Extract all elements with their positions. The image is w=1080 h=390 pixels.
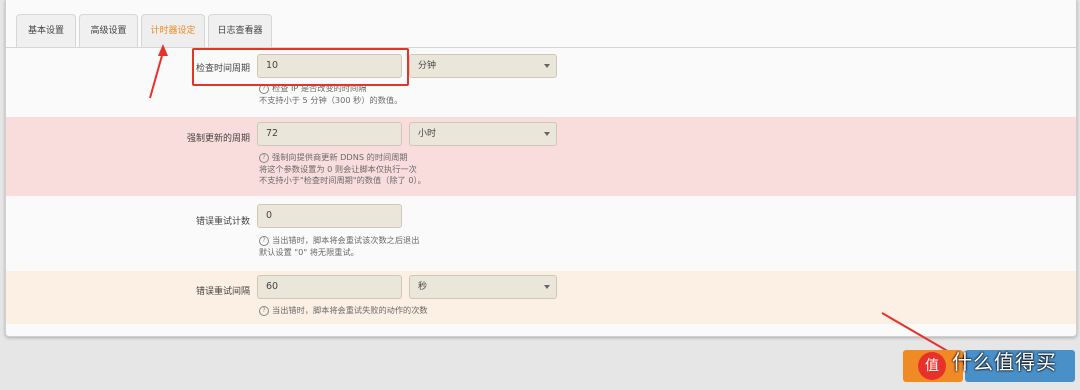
annotation-arrows	[149, 44, 972, 366]
arrow-to-timer-tab	[149, 51, 164, 99]
watermark-logo: 值	[918, 352, 946, 380]
arrow-head-timer-tab	[158, 44, 168, 56]
watermark-text: 什么值得买	[952, 350, 1057, 374]
